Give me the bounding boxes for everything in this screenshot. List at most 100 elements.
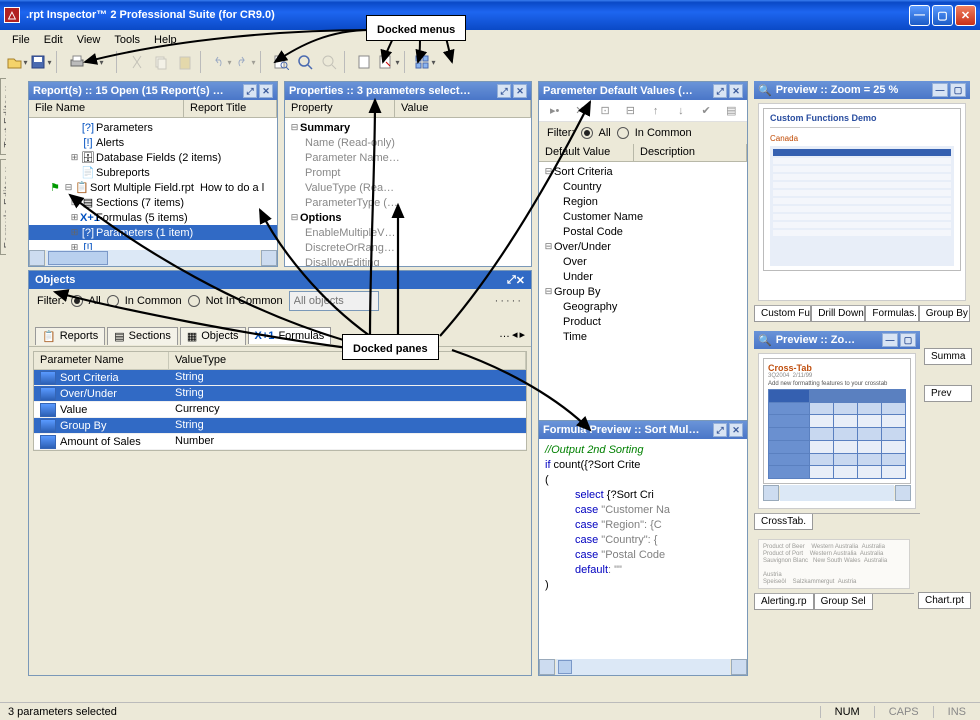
- maximize-button[interactable]: ▢: [932, 5, 953, 26]
- tab-objects[interactable]: ▦Objects: [180, 327, 246, 345]
- copy-button[interactable]: [150, 51, 172, 73]
- prop-group-options[interactable]: Options: [300, 212, 342, 224]
- objects-filter-incommon-radio[interactable]: [107, 295, 119, 307]
- preview3-tab-a[interactable]: Alerting.rp: [754, 594, 814, 610]
- preview3-tab-b[interactable]: Group Sel: [814, 594, 873, 610]
- pane-properties-pin[interactable]: ⤢: [497, 84, 511, 98]
- uncheck-icon[interactable]: ⊟: [621, 100, 640, 122]
- menu-view[interactable]: View: [71, 32, 107, 48]
- check-icon[interactable]: ⊡: [596, 100, 615, 122]
- tree-alerts[interactable]: Alerts: [96, 137, 124, 149]
- col-property[interactable]: Property: [285, 100, 395, 117]
- preview3-tab-right[interactable]: Chart.rpt: [918, 592, 971, 609]
- tree-subreports[interactable]: Subreports: [96, 167, 150, 179]
- open-button[interactable]: [6, 51, 28, 73]
- preview2-tab[interactable]: CrossTab.: [754, 514, 813, 530]
- def-product[interactable]: Product: [563, 316, 601, 328]
- def-postal[interactable]: Postal Code: [563, 226, 623, 238]
- tab-scroll-left-icon[interactable]: ◂: [512, 328, 518, 341]
- tree-parameters[interactable]: Parameters: [96, 122, 153, 134]
- def-region[interactable]: Region: [563, 196, 598, 208]
- more-icon[interactable]: ▤: [722, 100, 741, 122]
- table-row[interactable]: Sort CriteriaString: [34, 370, 526, 386]
- objects-grid[interactable]: Parameter Name ValueType Sort CriteriaSt…: [33, 351, 527, 451]
- prop-discrete[interactable]: DiscreteOrRang…: [305, 242, 395, 254]
- col-value[interactable]: Value: [395, 100, 531, 117]
- pane-formula-close[interactable]: ✕: [729, 423, 743, 437]
- toolbar-dots-icon[interactable]: ·····: [495, 295, 523, 307]
- defaults-filter-incommon-radio[interactable]: [617, 127, 629, 139]
- scroll-right-icon[interactable]: [261, 250, 277, 266]
- table-row[interactable]: Group ByString: [34, 418, 526, 434]
- pane-reports-close[interactable]: ✕: [259, 84, 273, 98]
- tab-reports[interactable]: 📋Reports: [35, 327, 105, 345]
- objects-filter-all-radio[interactable]: [71, 295, 83, 307]
- redo-button[interactable]: [234, 51, 256, 73]
- formula-code[interactable]: //Output 2nd Sorting if count({?Sort Cri…: [539, 439, 747, 597]
- formula-hscroll[interactable]: [539, 659, 747, 675]
- prop-paramname[interactable]: Parameter Name…: [305, 152, 400, 164]
- up-icon[interactable]: ↑: [646, 100, 665, 122]
- pane-objects-close[interactable]: ✕: [516, 274, 525, 287]
- properties-grid[interactable]: Property Value ⊟Summary Name (Read-only)…: [285, 100, 531, 266]
- add-icon[interactable]: ▸•: [545, 100, 564, 122]
- preview2-side-prev[interactable]: Prev: [924, 385, 972, 402]
- layout-button[interactable]: [414, 51, 436, 73]
- def-group-sort[interactable]: Sort Criteria: [554, 166, 613, 178]
- tree-sections[interactable]: Sections (7 items): [96, 197, 184, 209]
- def-country[interactable]: Country: [563, 181, 602, 193]
- export-dropdown[interactable]: [378, 51, 400, 73]
- menu-tools[interactable]: Tools: [108, 32, 146, 48]
- pane-properties-close[interactable]: ✕: [513, 84, 527, 98]
- save-button[interactable]: [30, 51, 52, 73]
- pane-objects-pin[interactable]: ⤢: [507, 274, 516, 287]
- tab-dots-icon[interactable]: …: [499, 328, 510, 341]
- preview1-tab-c[interactable]: Formulas.: [865, 306, 918, 322]
- preview2-scroll-right[interactable]: [895, 485, 911, 501]
- objects-filter-combo[interactable]: [289, 291, 379, 311]
- def-time[interactable]: Time: [563, 331, 587, 343]
- apply-icon[interactable]: ✔: [697, 100, 716, 122]
- close-button[interactable]: ✕: [955, 5, 976, 26]
- objects-filter-notincommon-radio[interactable]: [188, 295, 200, 307]
- zoom-out-button[interactable]: [318, 51, 340, 73]
- preview2-min[interactable]: —: [882, 333, 898, 347]
- reports-col-file[interactable]: File Name: [29, 100, 184, 117]
- undo-button[interactable]: [210, 51, 232, 73]
- preview2-scroll-left[interactable]: [763, 485, 779, 501]
- find-button[interactable]: [270, 51, 292, 73]
- def-geography[interactable]: Geography: [563, 301, 617, 313]
- def-customer[interactable]: Customer Name: [563, 211, 643, 223]
- reports-hscroll[interactable]: [29, 250, 277, 266]
- def-group-groupby[interactable]: Group By: [554, 286, 600, 298]
- scroll-left-icon[interactable]: [29, 250, 45, 266]
- tab-sections[interactable]: ▤Sections: [107, 327, 178, 345]
- prop-group-summary[interactable]: Summary: [300, 122, 350, 134]
- pane-defaults-pin[interactable]: ⤢: [713, 84, 727, 98]
- down-icon[interactable]: ↓: [671, 100, 690, 122]
- table-row[interactable]: Over/UnderString: [34, 386, 526, 402]
- remove-icon[interactable]: ✕: [570, 100, 589, 122]
- minimize-button[interactable]: —: [909, 5, 930, 26]
- defaults-col-default[interactable]: Default Value: [539, 144, 634, 161]
- tab-formulas[interactable]: X+1Formulas: [248, 327, 332, 344]
- prop-name[interactable]: Name (Read-only): [305, 137, 395, 149]
- tree-parameters-1[interactable]: Parameters (1 item): [96, 227, 193, 239]
- prop-paramtype[interactable]: ParameterType (…: [305, 197, 398, 209]
- pane-defaults-close[interactable]: ✕: [729, 84, 743, 98]
- prop-prompt[interactable]: Prompt: [305, 167, 340, 179]
- preview1-tab-a[interactable]: Custom Fu: [754, 306, 811, 322]
- pane-formula-pin[interactable]: ⤢: [713, 423, 727, 437]
- cut-button[interactable]: [126, 51, 148, 73]
- defaults-col-desc[interactable]: Description: [634, 144, 747, 161]
- preview1-tab-b[interactable]: Drill Down: [811, 306, 865, 322]
- print-dropdown[interactable]: [90, 51, 112, 73]
- prop-disallow[interactable]: DisallowEditing: [305, 257, 380, 267]
- export-button[interactable]: [354, 51, 376, 73]
- pane-reports-pin[interactable]: ⤢: [243, 84, 257, 98]
- defaults-tree[interactable]: ⊟Sort Criteria Country Region Customer N…: [539, 162, 747, 346]
- grid-col-name[interactable]: Parameter Name: [34, 352, 169, 370]
- preview1-max[interactable]: ▢: [950, 83, 966, 97]
- print-button[interactable]: [66, 51, 88, 73]
- defaults-filter-all-radio[interactable]: [581, 127, 593, 139]
